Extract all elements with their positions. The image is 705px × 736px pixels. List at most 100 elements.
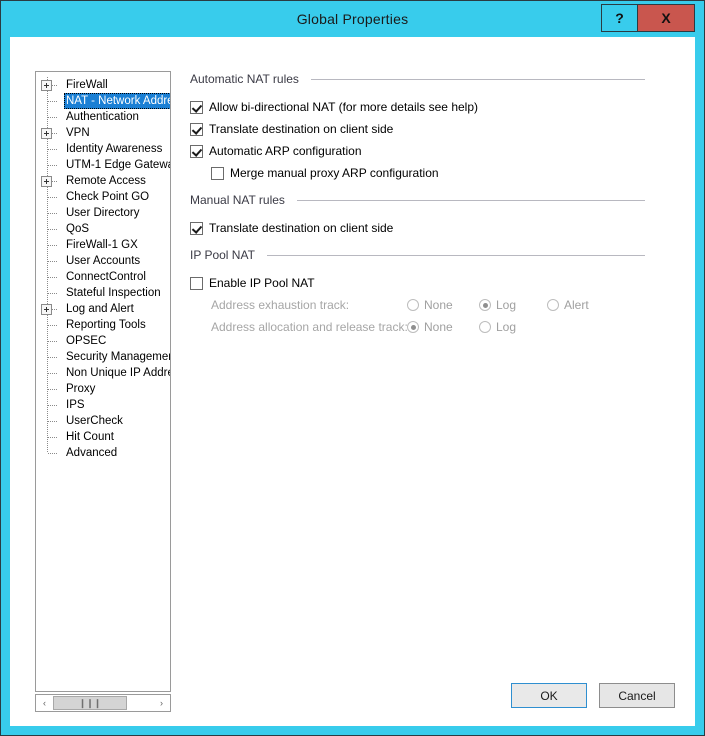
sidebar-item-identity-awareness[interactable]: Identity Awareness <box>36 141 170 157</box>
checkbox-row-enable-ip-pool-nat[interactable]: Enable IP Pool NAT <box>190 272 645 294</box>
expand-plus-icon[interactable] <box>41 304 52 315</box>
tree-connector <box>48 149 58 150</box>
cancel-button[interactable]: Cancel <box>599 683 675 708</box>
radio-allocation-none[interactable] <box>407 321 419 333</box>
address-exhaustion-track-label: Address exhaustion track: <box>211 298 350 312</box>
expand-plus-icon[interactable] <box>41 128 52 139</box>
dialog-footer: OK Cancel <box>511 683 675 708</box>
sidebar-item-utm-1-edge-gateway[interactable]: UTM-1 Edge Gateway <box>36 157 170 173</box>
group-ip-pool-nat: IP Pool NAT Enable IP Pool NAT Address e… <box>190 247 645 338</box>
sidebar-item-vpn[interactable]: VPN <box>36 125 170 141</box>
sidebar-item-label: IPS <box>66 399 85 411</box>
tree-horizontal-scrollbar[interactable]: ‹ ❙❙❙ › <box>35 694 171 712</box>
dialog-body: FireWall NAT - Network Addres Authenticati… <box>10 37 695 726</box>
checkbox-row-allow-bidirectional-nat[interactable]: Allow bi-directional NAT (for more detai… <box>190 96 645 118</box>
sidebar-item-ips[interactable]: IPS <box>36 397 170 413</box>
checkbox-row-translate-destination-auto[interactable]: Translate destination on client side <box>190 118 645 140</box>
sidebar-item-proxy[interactable]: Proxy <box>36 381 170 397</box>
sidebar-item-log-and-alert[interactable]: Log and Alert <box>36 301 170 317</box>
checkbox-row-translate-destination-manual[interactable]: Translate destination on client side <box>190 217 645 239</box>
checkbox-label: Allow bi-directional NAT (for more detai… <box>209 100 478 114</box>
nat-settings-content: Automatic NAT rules Allow bi-directional… <box>190 71 645 338</box>
radio-exhaustion-none[interactable] <box>407 299 419 311</box>
sidebar-item-remote-access[interactable]: Remote Access <box>36 173 170 189</box>
tree-connector <box>48 197 58 198</box>
sidebar-item-firewall-1-gx[interactable]: FireWall-1 GX <box>36 237 170 253</box>
sidebar-item-label: Authentication <box>66 111 139 123</box>
scrollbar-track[interactable]: ❙❙❙ <box>53 695 153 711</box>
sidebar-item-non-unique-ip-address[interactable]: Non Unique IP Address <box>36 365 170 381</box>
checkbox-translate-destination-manual[interactable] <box>190 221 203 235</box>
sidebar-item-stateful-inspection[interactable]: Stateful Inspection <box>36 285 170 301</box>
radio-exhaustion-log[interactable] <box>479 299 491 311</box>
radio-option-allocation-none[interactable]: None <box>407 320 473 334</box>
sidebar-item-reporting-tools[interactable]: Reporting Tools <box>36 317 170 333</box>
radio-option-exhaustion-log[interactable]: Log <box>479 298 541 312</box>
radio-exhaustion-alert[interactable] <box>547 299 559 311</box>
sidebar-item-advanced[interactable]: Advanced <box>36 445 170 461</box>
radio-label: Log <box>496 320 517 334</box>
checkbox-label: Enable IP Pool NAT <box>209 276 315 290</box>
sidebar-item-label: VPN <box>66 127 90 139</box>
sidebar-item-check-point-go[interactable]: Check Point GO <box>36 189 170 205</box>
tree-connector <box>48 373 58 374</box>
sidebar-item-label: Check Point GO <box>66 191 150 203</box>
sidebar-item-label: UTM-1 Edge Gateway <box>66 159 170 171</box>
expand-plus-icon[interactable] <box>41 80 52 91</box>
ok-button[interactable]: OK <box>511 683 587 708</box>
checkbox-label: Merge manual proxy ARP configuration <box>230 166 439 180</box>
radio-option-exhaustion-alert[interactable]: Alert <box>547 298 589 312</box>
tree-connector <box>48 213 58 214</box>
checkbox-allow-bidirectional-nat[interactable] <box>190 100 203 114</box>
sidebar-item-label: Non Unique IP Address <box>66 367 170 379</box>
title-bar-buttons: ? X <box>601 4 695 32</box>
group-header: Manual NAT rules <box>190 192 645 208</box>
global-properties-window: Global Properties ? X FireWall NAT - Netw… <box>0 0 705 736</box>
checkbox-automatic-arp-configuration[interactable] <box>190 144 203 158</box>
sidebar-item-authentication[interactable]: Authentication <box>36 109 170 125</box>
checkbox-merge-manual-proxy-arp[interactable] <box>211 166 224 180</box>
sidebar-item-usercheck[interactable]: UserCheck <box>36 413 170 429</box>
sidebar-item-firewall[interactable]: FireWall <box>36 77 170 93</box>
sidebar-item-label: FireWall-1 GX <box>66 239 138 251</box>
radio-allocation-log[interactable] <box>479 321 491 333</box>
tree-connector <box>48 261 58 262</box>
sidebar-item-label: QoS <box>66 223 90 235</box>
close-button[interactable]: X <box>638 5 694 31</box>
settings-tree-panel[interactable]: FireWall NAT - Network Addres Authenticati… <box>35 71 171 692</box>
radio-option-exhaustion-none[interactable]: None <box>407 298 473 312</box>
checkbox-row-automatic-arp[interactable]: Automatic ARP configuration <box>190 140 645 162</box>
group-divider <box>266 254 645 256</box>
sidebar-item-connectcontrol[interactable]: ConnectControl <box>36 269 170 285</box>
help-button[interactable]: ? <box>602 5 638 31</box>
scroll-left-arrow-icon[interactable]: ‹ <box>36 695 53 711</box>
checkbox-row-merge-manual-proxy-arp[interactable]: Merge manual proxy ARP configuration <box>190 162 645 184</box>
tree-connector <box>48 277 58 278</box>
sidebar-item-label: FireWall <box>66 79 108 91</box>
scrollbar-grip-icon: ❙❙❙ <box>78 697 102 708</box>
tree-connector <box>48 325 58 326</box>
radio-option-allocation-log[interactable]: Log <box>479 320 541 334</box>
checkbox-translate-destination-auto[interactable] <box>190 122 203 136</box>
checkbox-enable-ip-pool-nat[interactable] <box>190 276 203 290</box>
group-divider <box>310 78 645 80</box>
sidebar-item-label: OPSEC <box>66 335 107 347</box>
tree-connector <box>48 101 58 102</box>
sidebar-item-hit-count[interactable]: Hit Count <box>36 429 170 445</box>
sidebar-item-qos[interactable]: QoS <box>36 221 170 237</box>
sidebar-item-label: UserCheck <box>66 415 123 427</box>
scrollbar-thumb[interactable]: ❙❙❙ <box>53 696 127 710</box>
checkbox-label: Automatic ARP configuration <box>209 144 362 158</box>
sidebar-item-user-directory[interactable]: User Directory <box>36 205 170 221</box>
tree-connector <box>48 421 58 422</box>
group-automatic-nat-rules: Automatic NAT rules Allow bi-directional… <box>190 71 645 184</box>
sidebar-item-nat-network-addres[interactable]: NAT - Network Addres <box>36 93 170 109</box>
expand-plus-icon[interactable] <box>41 176 52 187</box>
sidebar-item-security-management[interactable]: Security Management . <box>36 349 170 365</box>
tree-connector <box>48 453 58 454</box>
settings-tree-list: FireWall NAT - Network Addres Authenticati… <box>36 72 170 461</box>
sidebar-item-user-accounts[interactable]: User Accounts <box>36 253 170 269</box>
tree-connector <box>48 293 58 294</box>
scroll-right-arrow-icon[interactable]: › <box>153 695 170 711</box>
sidebar-item-opsec[interactable]: OPSEC <box>36 333 170 349</box>
